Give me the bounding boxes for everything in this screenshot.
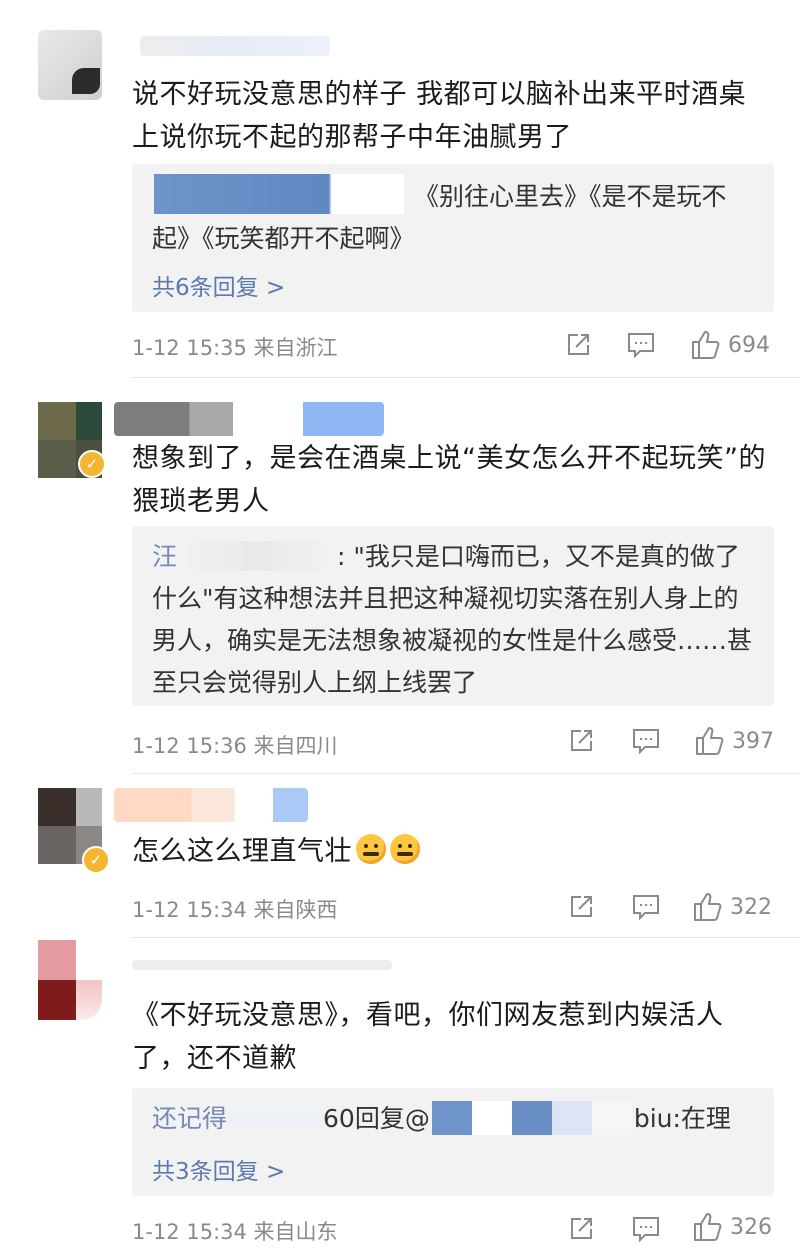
- comment-icon: [633, 1217, 659, 1242]
- comment-icon: [633, 895, 659, 920]
- verified-badge-icon: ✓: [82, 846, 110, 874]
- comment-button[interactable]: [632, 1216, 660, 1242]
- reply-text: 《别往心里去》《是不是玩不起》《玩笑都开不起啊》: [152, 176, 756, 260]
- comment-icon: [628, 333, 654, 358]
- like-count: 694: [728, 332, 770, 358]
- comment-button[interactable]: [632, 894, 660, 920]
- like-count: 397: [732, 728, 774, 754]
- comment-item: 说不好玩没意思的样子 我都可以脑补出来平时酒桌上说你玩不起的那帮子中年油腻男了 …: [0, 0, 800, 378]
- share-button[interactable]: [565, 332, 591, 358]
- like-count: 326: [730, 1214, 772, 1240]
- share-icon: [571, 896, 592, 917]
- reply-username[interactable]: 还记得: [152, 1104, 227, 1133]
- comment-meta: 1-12 15:34 来自陕西: [132, 898, 338, 922]
- zipper-mouth-emoji-icon: [356, 834, 386, 864]
- share-button[interactable]: [568, 1216, 594, 1242]
- comment-text: 说不好玩没意思的样子 我都可以脑补出来平时酒桌上说你玩不起的那帮子中年油腻男了: [132, 79, 747, 153]
- reply-tail: biu:在理: [633, 1104, 731, 1133]
- comment-button[interactable]: [632, 728, 660, 754]
- like-button[interactable]: 694: [690, 330, 770, 360]
- reply-text: 还记得 60回复@ biu:在理: [152, 1098, 756, 1140]
- zipper-mouth-emoji-icon: [390, 834, 420, 864]
- reply-content: 60回复@: [323, 1104, 430, 1133]
- reply-content: 《别往心里去》《是不是玩不起》《玩笑都开不起啊》: [152, 182, 727, 253]
- more-replies-link[interactable]: 共3条回复 >: [152, 1152, 285, 1186]
- reply-box[interactable]: 还记得 60回复@ biu:在理 共3条回复 >: [132, 1088, 774, 1196]
- reply-box[interactable]: 汪: "我只是口嗨而已，又不是真的做了什么"有这种想法并且把这种凝视切实落在别人…: [132, 526, 774, 706]
- share-icon: [568, 334, 589, 355]
- comment-meta: 1-12 15:35 来自浙江: [132, 336, 338, 360]
- comment-icon: [633, 729, 659, 754]
- comment-item: 《不好玩没意思》，看吧，你们网友惹到内娱活人了，还不道歉 还记得 60回复@ biu…: [0, 938, 800, 1248]
- reply-box[interactable]: 《别往心里去》《是不是玩不起》《玩笑都开不起啊》 共6条回复 >: [132, 164, 774, 312]
- like-button[interactable]: 322: [692, 892, 772, 922]
- share-icon: [571, 1218, 592, 1239]
- like-icon: [692, 331, 720, 359]
- comment-text: 《不好玩没意思》，看吧，你们网友惹到内娱活人了，还不道歉: [132, 1000, 724, 1074]
- reply-text: 汪: "我只是口嗨而已，又不是真的做了什么"有这种想法并且把这种凝视切实落在别人…: [152, 541, 753, 697]
- avatar[interactable]: [38, 30, 102, 100]
- comment-item: ✓ 想象到了，是会在酒桌上说“美女怎么开不起玩笑”的猥琐老男人 汪: "我只是口…: [0, 378, 800, 774]
- username-blurred[interactable]: [114, 788, 308, 822]
- more-replies-link[interactable]: 共6条回复 >: [152, 268, 285, 302]
- share-button[interactable]: [568, 894, 594, 920]
- share-button[interactable]: [568, 728, 594, 754]
- like-icon: [694, 1213, 722, 1241]
- share-icon: [571, 730, 592, 751]
- like-button[interactable]: 397: [694, 726, 774, 756]
- comment-text-content: 怎么这么理直气壮: [132, 836, 352, 867]
- like-button[interactable]: 326: [692, 1212, 772, 1242]
- comment-meta: 1-12 15:36 来自四川: [132, 734, 338, 758]
- username-blurred[interactable]: [114, 402, 384, 436]
- username-blurred[interactable]: [132, 960, 392, 970]
- comment-text: 怎么这么理直气壮: [132, 830, 772, 873]
- reply-username[interactable]: 汪: [152, 542, 177, 571]
- like-icon: [694, 893, 722, 921]
- comment-item: ✓ 怎么这么理直气壮 1-12 15:34 来自陕西 322: [0, 774, 800, 938]
- avatar[interactable]: [38, 940, 102, 1020]
- like-count: 322: [730, 894, 772, 920]
- verified-badge-icon: ✓: [78, 450, 106, 478]
- comment-meta: 1-12 15:34 来自山东: [132, 1220, 338, 1244]
- comment-button[interactable]: [627, 332, 655, 358]
- like-icon: [696, 727, 724, 755]
- comment-text: 想象到了，是会在酒桌上说“美女怎么开不起玩笑”的猥琐老男人: [132, 443, 766, 517]
- username-blurred[interactable]: [140, 36, 330, 56]
